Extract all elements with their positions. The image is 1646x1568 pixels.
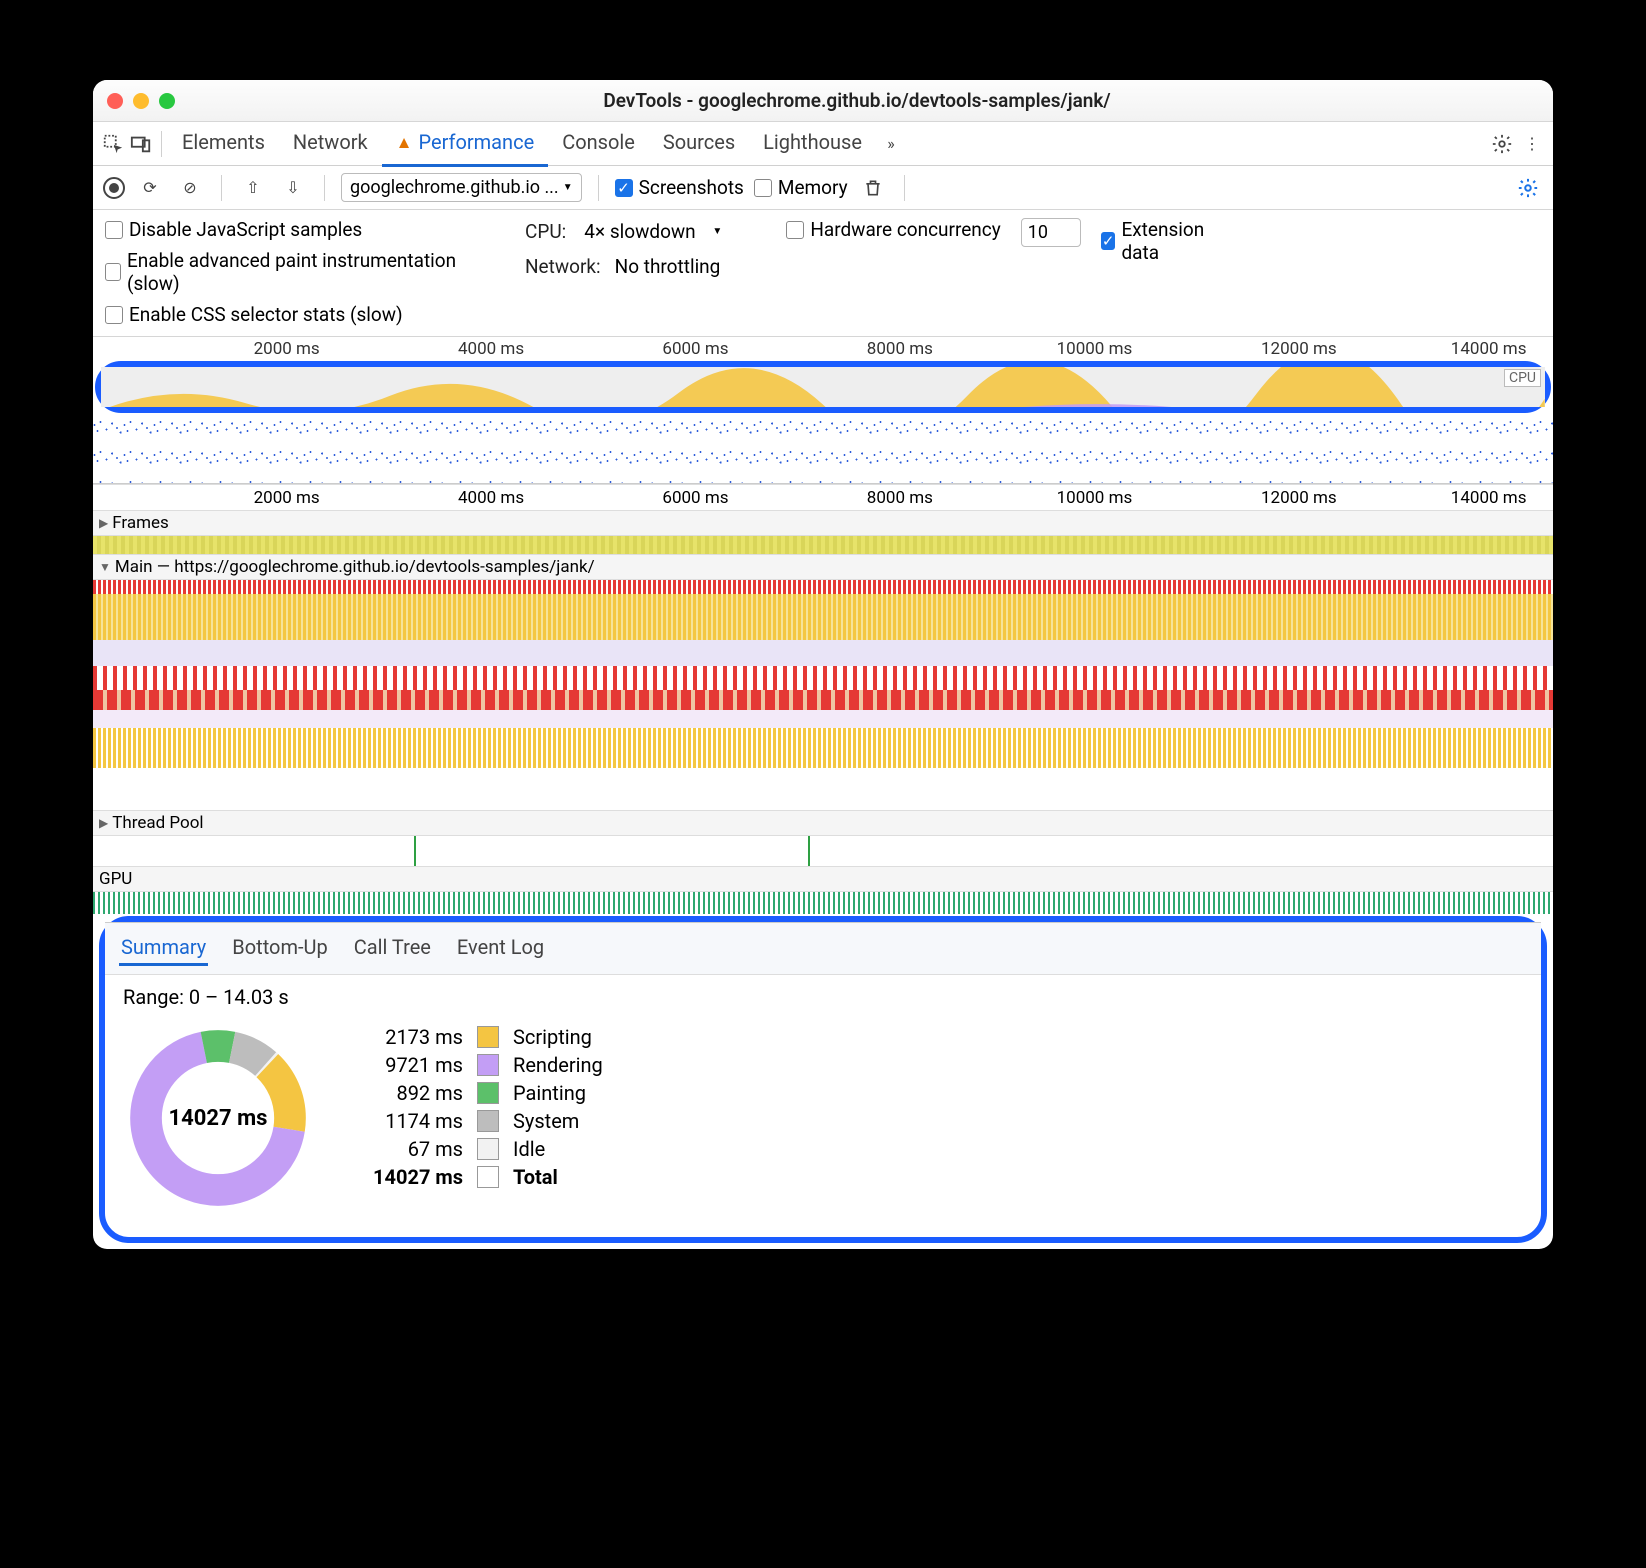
tab-elements[interactable]: Elements — [168, 120, 279, 167]
cpu-highlight: CPU — [95, 361, 1551, 413]
capture-settings: Disable JavaScript samples Enable advanc… — [93, 210, 1553, 337]
adv-paint-checkbox[interactable]: Enable advanced paint instrumentation (s… — [105, 249, 465, 295]
tab-sources[interactable]: Sources — [649, 120, 749, 167]
overview: 2000 ms 4000 ms 6000 ms 8000 ms 10000 ms… — [93, 337, 1553, 484]
legend-row: 2173 msScripting — [353, 1023, 603, 1051]
hardware-concurrency-input[interactable] — [1021, 218, 1081, 247]
warning-icon: ▲ — [396, 133, 413, 153]
details-drawer: Summary Bottom-Up Call Tree Event Log Ra… — [105, 922, 1541, 1237]
legend-row: 9721 msRendering — [353, 1051, 603, 1079]
panel-tabs: Elements Network ▲Performance Console So… — [93, 122, 1553, 166]
tab-console[interactable]: Console — [548, 120, 649, 167]
flame-ruler[interactable]: 2000 ms 4000 ms 6000 ms 8000 ms 10000 ms… — [93, 484, 1553, 510]
record-button[interactable] — [103, 177, 125, 199]
legend-row: 1174 msSystem — [353, 1107, 603, 1135]
tab-call-tree[interactable]: Call Tree — [352, 931, 433, 966]
perf-toolbar: ⟳ ⊘ ⇧ ⇩ googlechrome.github.io ...▼ ✓Scr… — [93, 166, 1553, 210]
disable-js-checkbox[interactable]: Disable JavaScript samples — [105, 218, 465, 241]
tab-performance[interactable]: ▲Performance — [382, 120, 549, 167]
gpu-track-header[interactable]: GPU — [93, 866, 1553, 892]
inspect-icon[interactable] — [99, 130, 127, 158]
traffic-lights — [107, 93, 175, 109]
summary-donut: 14027 ms — [123, 1023, 313, 1213]
chevron-down-icon: ▼ — [563, 182, 573, 193]
garbage-collect-icon[interactable] — [858, 173, 888, 203]
summary-legend: 2173 msScripting9721 msRendering892 msPa… — [353, 1023, 603, 1191]
titlebar: DevTools - googlechrome.github.io/devtoo… — [93, 80, 1553, 122]
tab-lighthouse[interactable]: Lighthouse — [749, 120, 876, 167]
cpu-throttle[interactable]: CPU: 4× slowdown ▼ — [525, 218, 726, 245]
legend-total: 14027 msTotal — [353, 1163, 603, 1191]
checkbox-off-icon — [754, 179, 772, 197]
frames-track[interactable] — [93, 536, 1553, 554]
zoom-icon[interactable] — [159, 93, 175, 109]
overview-ruler[interactable]: 2000 ms 4000 ms 6000 ms 8000 ms 10000 ms… — [93, 337, 1553, 361]
capture-settings-icon[interactable] — [1513, 173, 1543, 203]
frames-track-header[interactable]: ▶Frames — [93, 510, 1553, 536]
legend-row: 892 msPainting — [353, 1079, 603, 1107]
checkbox-on-icon: ✓ — [615, 179, 633, 197]
css-stats-checkbox[interactable]: Enable CSS selector stats (slow) — [105, 303, 465, 326]
separator — [161, 131, 162, 157]
cpu-label: CPU — [1504, 369, 1541, 387]
disclosure-right-icon: ▶ — [99, 816, 108, 830]
minimize-icon[interactable] — [133, 93, 149, 109]
screenshots-checkbox[interactable]: ✓Screenshots — [615, 176, 744, 199]
threadpool-track[interactable] — [93, 836, 1553, 866]
donut-total: 14027 ms — [123, 1023, 313, 1213]
drawer-tabs: Summary Bottom-Up Call Tree Event Log — [105, 923, 1541, 975]
kebab-icon[interactable]: ⋮ — [1517, 129, 1547, 159]
download-icon[interactable]: ⇩ — [278, 173, 308, 203]
settings-icon[interactable] — [1487, 129, 1517, 159]
tab-event-log[interactable]: Event Log — [455, 931, 546, 966]
legend-row: 67 msIdle — [353, 1135, 603, 1163]
network-throttle: Network: No throttling — [525, 255, 726, 278]
cpu-chart[interactable]: CPU — [101, 367, 1545, 407]
chevron-down-icon: ▼ — [712, 226, 722, 237]
profile-selector[interactable]: googlechrome.github.io ...▼ — [341, 173, 582, 202]
disclosure-down-icon: ▼ — [99, 560, 111, 574]
device-icon[interactable] — [127, 130, 155, 158]
hardware-concurrency-checkbox[interactable]: Hardware concurrency — [786, 218, 1000, 241]
memory-checkbox[interactable]: Memory — [754, 176, 848, 199]
tab-network[interactable]: Network — [279, 120, 382, 167]
devtools-window: DevTools - googlechrome.github.io/devtoo… — [93, 80, 1553, 1249]
upload-icon[interactable]: ⇧ — [238, 173, 268, 203]
screenshot-strip[interactable] — [93, 413, 1553, 483]
close-icon[interactable] — [107, 93, 123, 109]
reload-button[interactable]: ⟳ — [135, 173, 165, 203]
tab-summary[interactable]: Summary — [119, 931, 208, 966]
more-tabs-icon[interactable]: » — [876, 129, 906, 159]
clear-button[interactable]: ⊘ — [175, 173, 205, 203]
main-track-header[interactable]: ▼Main — https://googlechrome.github.io/d… — [93, 554, 1553, 580]
threadpool-track-header[interactable]: ▶Thread Pool — [93, 810, 1553, 836]
window-title: DevTools - googlechrome.github.io/devtoo… — [175, 89, 1539, 112]
summary-highlight: Summary Bottom-Up Call Tree Event Log Ra… — [99, 916, 1547, 1243]
range-label: Range: 0 – 14.03 s — [105, 975, 1541, 1009]
gpu-track[interactable] — [93, 892, 1553, 914]
disclosure-right-icon: ▶ — [99, 516, 108, 530]
tab-bottom-up[interactable]: Bottom-Up — [230, 931, 329, 966]
extension-data-checkbox[interactable]: ✓Extension data — [1101, 218, 1221, 264]
main-flame-chart[interactable] — [93, 580, 1553, 810]
